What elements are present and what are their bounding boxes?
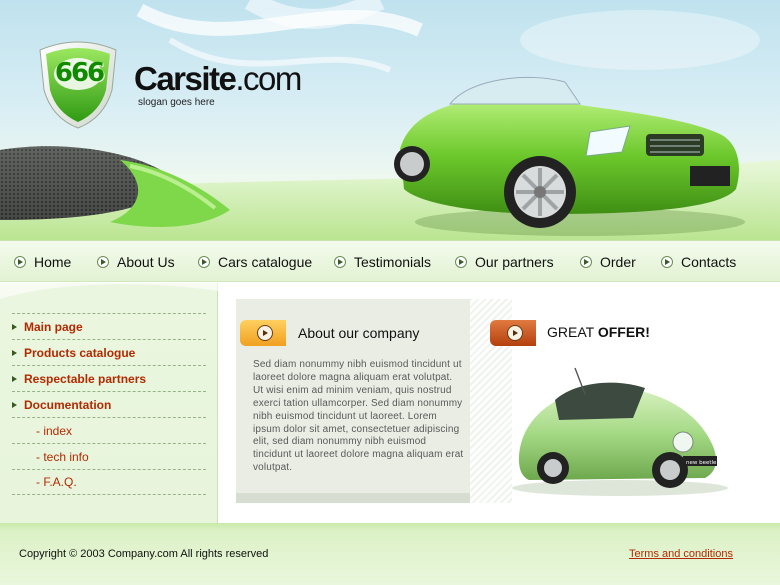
sidebar-subitem-label: - index [36, 423, 73, 438]
site-tld: .com [235, 60, 302, 97]
nav-label: Contacts [681, 254, 737, 270]
nav-label: Order [600, 254, 636, 270]
nav-item-about-us[interactable]: About Us [97, 253, 175, 271]
nav-label: About Us [117, 254, 175, 270]
arrow-bullet-icon [12, 349, 17, 356]
header-banner: 666 Carsite.com slogan goes here [0, 0, 780, 240]
arrow-right-icon [507, 325, 523, 341]
arrow-bullet-icon [12, 401, 17, 408]
arrow-bullet-icon [12, 375, 17, 382]
nav-bullet-icon [580, 256, 592, 268]
about-title: About our company [298, 325, 420, 341]
offer-title: GREAT OFFER! [547, 324, 650, 340]
nav-label: Testimonials [354, 254, 432, 270]
arrow-bullet-icon [12, 323, 17, 330]
nav-bullet-icon [334, 256, 346, 268]
sidebar-item-label: Products catalogue [24, 345, 136, 360]
nav-label: Home [34, 254, 72, 270]
nav-bullet-icon [97, 256, 109, 268]
convertible-car-image [394, 76, 745, 236]
nav-label: Our partners [475, 254, 554, 270]
sidebar-item-documentation[interactable]: Documentation [12, 391, 206, 417]
sidebar-subitem-label: - tech info [36, 449, 89, 464]
sidebar-item-label: Main page [24, 319, 83, 334]
license-plate-text: new beetle [686, 460, 717, 466]
sidebar-wave-graphic [0, 283, 218, 299]
offer-title-regular: GREAT [547, 324, 598, 340]
nav-label: Cars catalogue [218, 254, 313, 270]
about-panel-footer-bar [236, 493, 470, 503]
sidebar-item-label: Documentation [24, 397, 112, 412]
nav-bullet-icon [198, 256, 210, 268]
slogan: slogan goes here [138, 97, 215, 108]
about-section-arrow-icon[interactable] [240, 320, 286, 346]
nav-item-our-partners[interactable]: Our partners [455, 253, 554, 271]
sidebar-subitem-tech-info[interactable]: - tech info [12, 443, 206, 469]
offer-section-arrow-icon[interactable] [490, 320, 536, 346]
sidebar-item-respectable-partners[interactable]: Respectable partners [12, 365, 206, 391]
terms-link[interactable]: Terms and conditions [629, 548, 733, 560]
sidebar-item-main-page[interactable]: Main page [12, 313, 206, 339]
nav-item-cars-catalogue[interactable]: Cars catalogue [198, 253, 312, 271]
speaker-graphic [0, 146, 230, 227]
arrow-right-icon [257, 325, 273, 341]
nav-item-testimonials[interactable]: Testimonials [334, 253, 431, 271]
sidebar-item-label: Respectable partners [24, 371, 147, 386]
site-name: Carsite [134, 60, 237, 97]
about-text: Sed diam nonummy nibh euismod tincidunt … [253, 359, 464, 474]
beetle-car-image[interactable]: new beetle [505, 360, 735, 500]
sidebar-menu: Main page Products catalogue Respectable… [12, 313, 206, 495]
nav-bullet-icon [455, 256, 467, 268]
nav-bullet-icon [661, 256, 673, 268]
offer-title-bold: OFFER! [597, 324, 650, 340]
logo-number: 666 [54, 58, 105, 88]
sidebar-subitem-index[interactable]: - index [12, 417, 206, 443]
nav-bullet-icon [14, 256, 26, 268]
sidebar-item-products-catalogue[interactable]: Products catalogue [12, 339, 206, 365]
site-title[interactable]: Carsite.com [134, 60, 302, 98]
nav-item-contacts[interactable]: Contacts [661, 253, 736, 271]
sidebar-subitem-label: - F.A.Q. [36, 475, 77, 489]
nav-item-order[interactable]: Order [580, 253, 636, 271]
nav-item-home[interactable]: Home [14, 253, 71, 271]
sidebar-subitem-faq[interactable]: - F.A.Q. [12, 469, 206, 495]
copyright-text: Copyright © 2003 Company.com All rights … [19, 548, 269, 560]
main-nav: Home About Us Cars catalogue Testimonial… [0, 240, 780, 282]
